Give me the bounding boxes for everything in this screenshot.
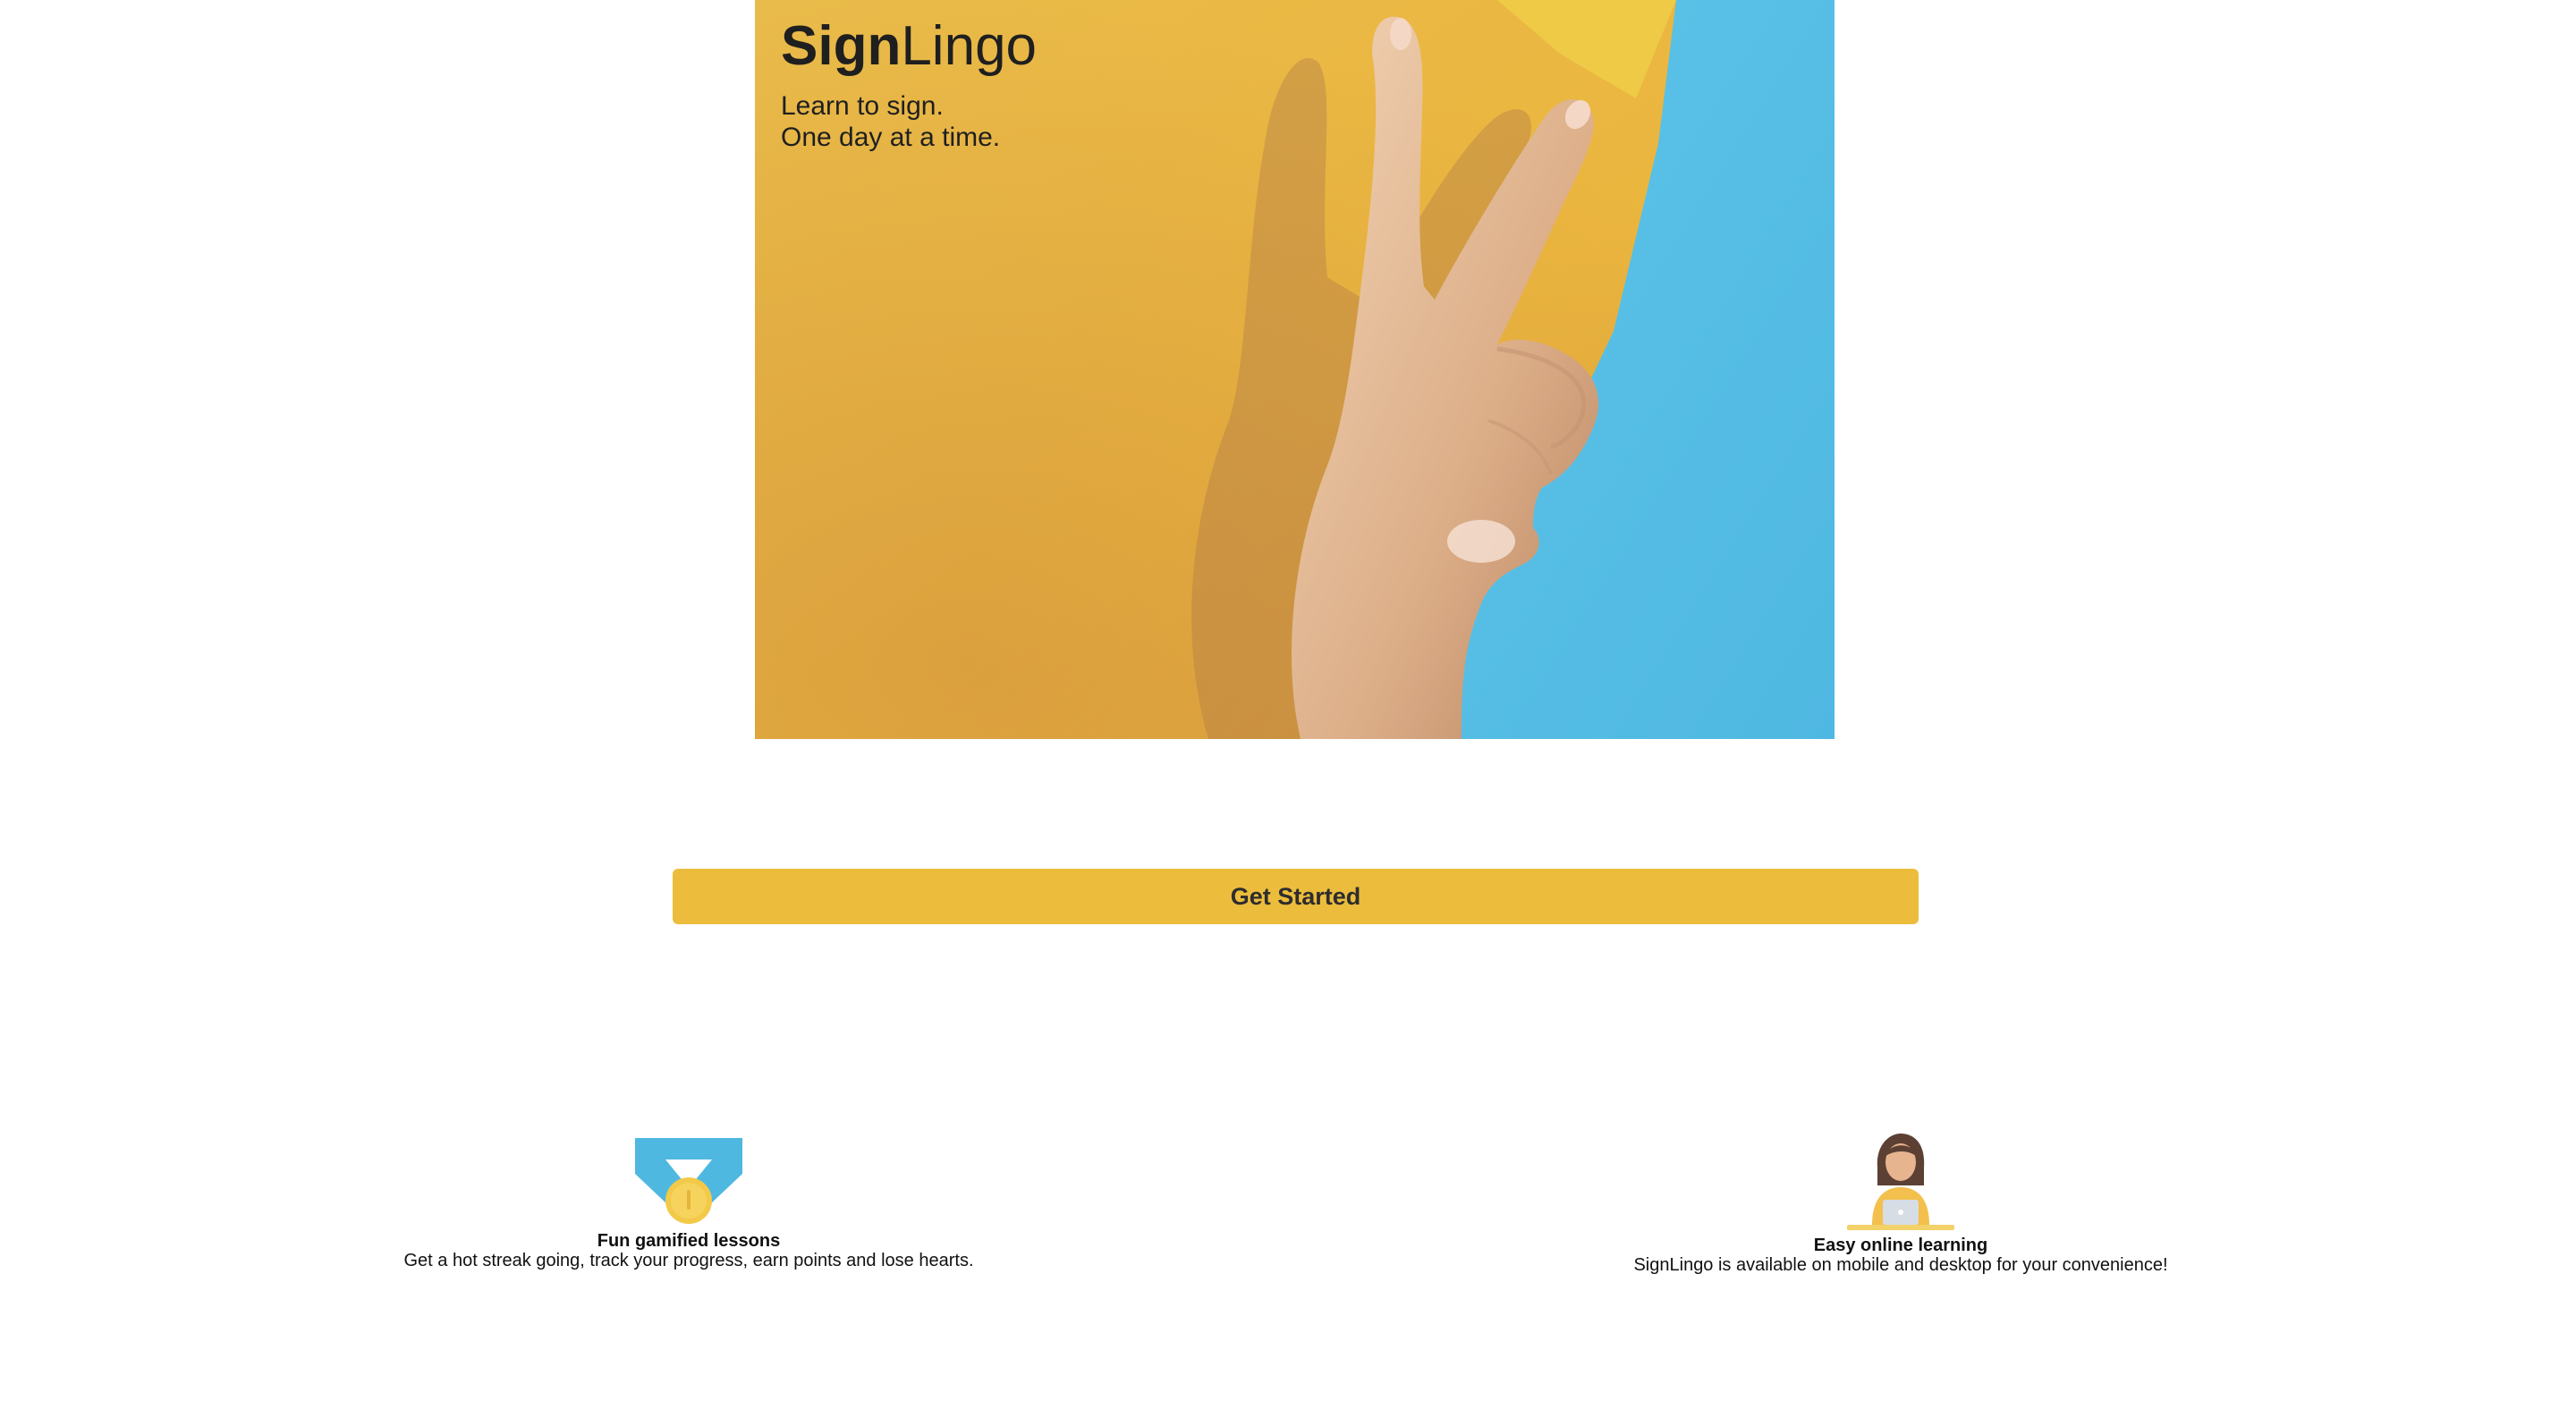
- feature-online-learning: Easy online learning SignLingo is availa…: [1521, 1132, 2281, 1275]
- feature-description: SignLingo is available on mobile and des…: [1633, 1255, 2168, 1275]
- brand-name-light: Lingo: [901, 15, 1038, 77]
- feature-gamified-lessons: Fun gamified lessons Get a hot streak go…: [340, 1134, 1038, 1270]
- brand-name-bold: Sign: [781, 15, 902, 77]
- get-started-button[interactable]: Get Started: [673, 869, 1919, 924]
- feature-title: Fun gamified lessons: [597, 1231, 781, 1251]
- feature-description: Get a hot streak going, track your progr…: [403, 1251, 974, 1270]
- tagline-line-2: One day at a time.: [781, 123, 1001, 152]
- landing-page: SignLingo Learn to sign. One day at a ti…: [0, 0, 2576, 1410]
- online-learner-icon: [1847, 1134, 1954, 1230]
- medal-icon: [635, 1138, 742, 1224]
- tagline-line-1: Learn to sign.: [781, 91, 944, 121]
- brand-title: SignLingo: [781, 14, 1037, 79]
- hero-banner: SignLingo Learn to sign. One day at a ti…: [755, 0, 1835, 739]
- hero-tagline: Learn to sign. One day at a time.: [781, 90, 1000, 153]
- feature-title: Easy online learning: [1813, 1236, 1988, 1255]
